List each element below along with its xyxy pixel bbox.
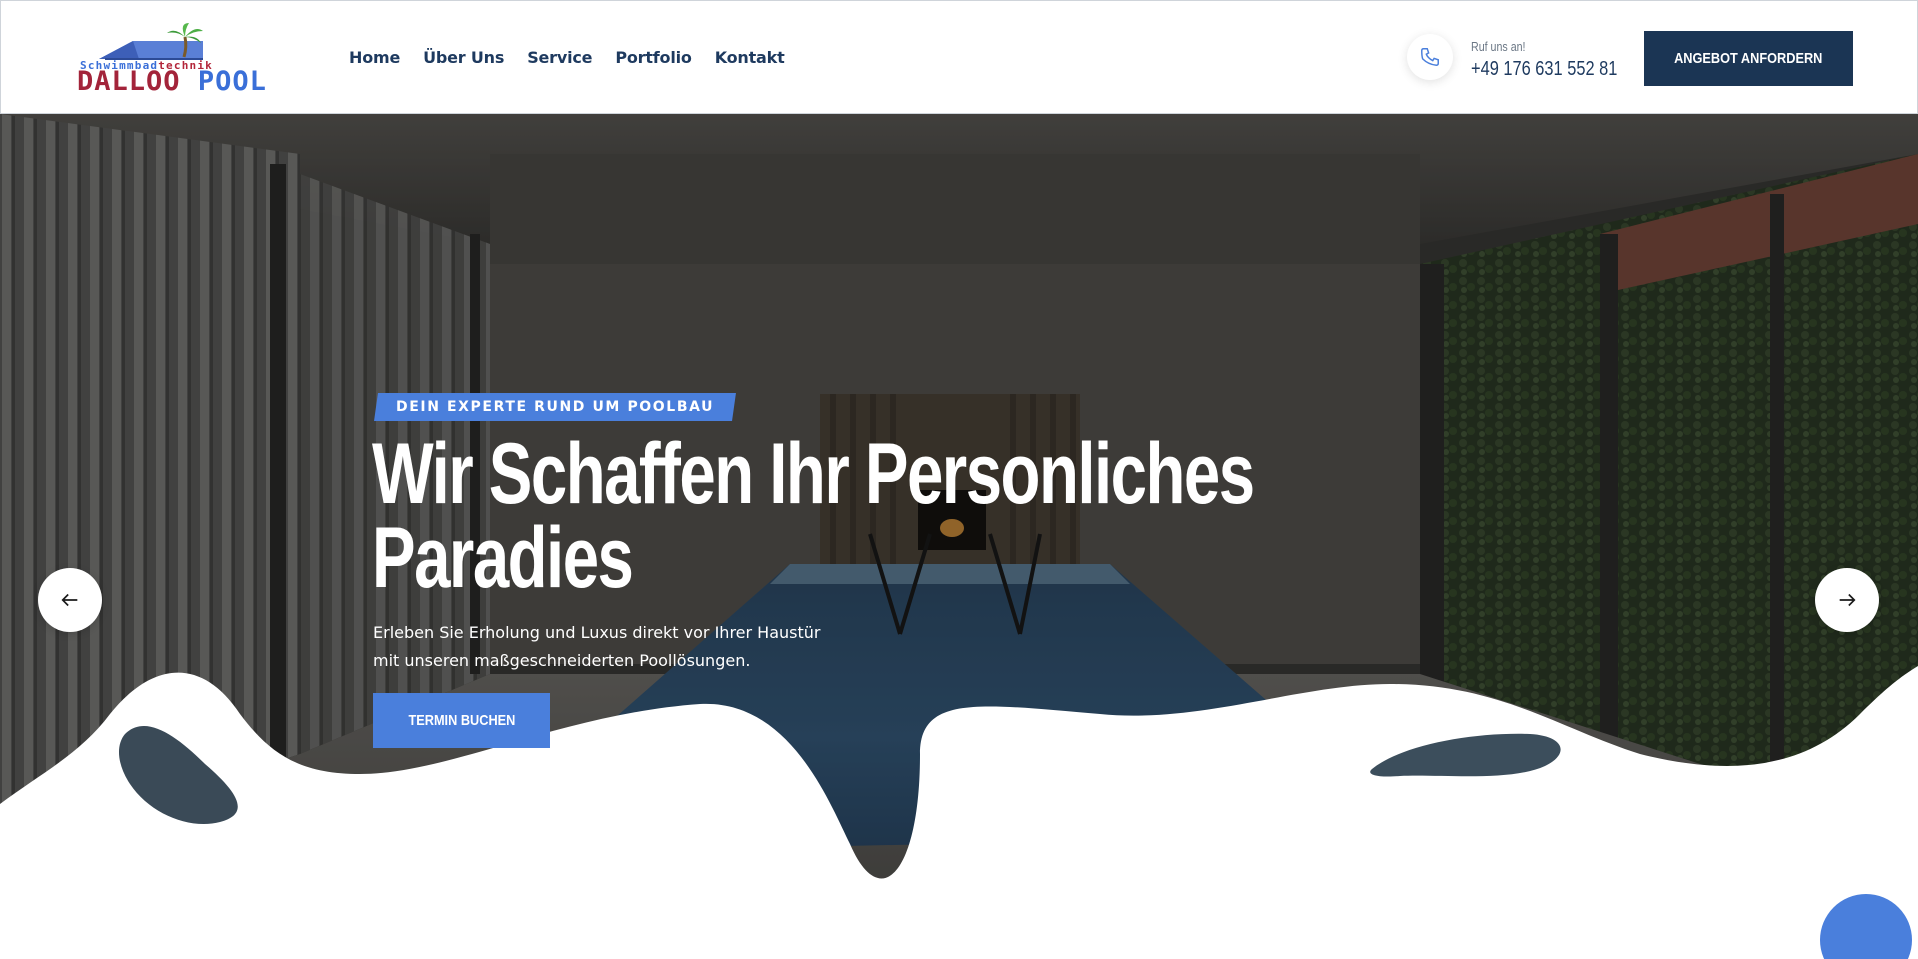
hero-headline: Wir Schaffen Ihr Personliches Paradies: [372, 431, 1255, 601]
arrow-left-icon[interactable]: [38, 568, 102, 632]
call-us-label: Ruf uns an!: [1471, 39, 1526, 54]
phone-icon[interactable]: [1407, 34, 1453, 80]
logo-wordmark: DALLOO POOL: [77, 66, 267, 97]
nav-home[interactable]: Home: [349, 48, 400, 67]
hero-slider: DEIN EXPERTE RUND UM POOLBAU Wir Schaffe…: [0, 114, 1918, 959]
arrow-right-icon[interactable]: [1815, 568, 1879, 632]
hero-headline-line-2: Paradies: [372, 510, 634, 606]
site-header: Schwimmbadtechnik DALLOO POOL Home Über …: [0, 0, 1918, 114]
phone-number[interactable]: +49 176 631 552 81: [1471, 58, 1617, 81]
nav-contact[interactable]: Kontakt: [715, 48, 785, 67]
nav-portfolio[interactable]: Portfolio: [615, 48, 692, 67]
nav-service[interactable]: Service: [527, 48, 592, 67]
hero-subtext: Erleben Sie Erholung und Luxus direkt vo…: [373, 623, 821, 670]
hero-kicker-badge: DEIN EXPERTE RUND UM POOLBAU: [374, 393, 737, 421]
book-appointment-button[interactable]: TERMIN BUCHEN: [373, 693, 550, 748]
site-logo[interactable]: Schwimmbadtechnik DALLOO POOL: [77, 23, 266, 97]
hero-headline-line-1: Wir Schaffen Ihr Personliches: [372, 426, 1255, 522]
nav-about[interactable]: Über Uns: [423, 48, 504, 67]
palm-tree-icon: [167, 23, 203, 58]
main-nav: Home Über Uns Service Portfolio Kontakt: [349, 48, 808, 67]
request-quote-button[interactable]: ANGEBOT ANFORDERN: [1644, 31, 1853, 86]
